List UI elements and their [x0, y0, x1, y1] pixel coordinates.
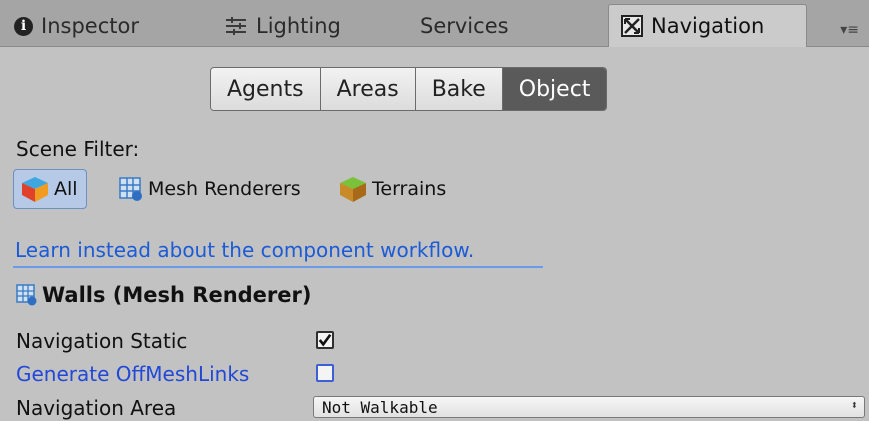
tab-inspector[interactable]: i Inspector — [14, 6, 139, 46]
dropdown-arrows-icon: ⬍ — [850, 398, 858, 412]
tab-services-label: Services — [420, 14, 509, 38]
navigation-icon — [621, 15, 643, 37]
filter-mesh-renderers-label: Mesh Renderers — [148, 178, 301, 200]
navigation-area-dropdown[interactable]: Not Walkable ⬍ — [313, 396, 865, 418]
generate-offmeshlinks-checkbox[interactable] — [316, 364, 334, 382]
filter-all-button[interactable]: All — [13, 169, 87, 209]
info-icon: i — [14, 16, 33, 36]
scene-filter-label: Scene Filter: — [16, 137, 140, 161]
object-button[interactable]: Object — [502, 68, 607, 110]
tab-navigation-label: Navigation — [651, 14, 765, 38]
areas-button[interactable]: Areas — [320, 68, 416, 110]
navigation-static-label: Navigation Static — [16, 329, 188, 353]
filter-all-label: All — [54, 178, 78, 200]
tab-lighting-label: Lighting — [256, 14, 341, 38]
generate-offmeshlinks-label: Generate OffMeshLinks — [16, 362, 250, 386]
filter-terrains-label: Terrains — [372, 178, 447, 200]
agents-button[interactable]: Agents — [211, 68, 321, 110]
navigation-mode-toolbar: Agents Areas Bake Object — [210, 67, 608, 111]
tab-lighting[interactable]: Lighting — [224, 6, 341, 46]
navigation-area-value: Not Walkable — [322, 397, 438, 417]
learn-component-workflow-link[interactable]: Learn instead about the component workfl… — [15, 238, 474, 262]
terrain-icon — [338, 175, 368, 203]
editor-tab-bar: i Inspector Lighting Services Navigation… — [0, 0, 869, 47]
tab-navigation[interactable]: Navigation — [608, 4, 807, 47]
navigation-static-checkbox[interactable] — [316, 331, 334, 349]
mesh-renderer-icon — [16, 284, 38, 306]
tab-services[interactable]: Services — [420, 6, 509, 46]
filter-terrains-button[interactable]: Terrains — [338, 169, 446, 209]
tab-inspector-label: Inspector — [41, 14, 139, 38]
navigation-area-label: Navigation Area — [16, 396, 177, 420]
object-title-label: Walls (Mesh Renderer) — [42, 283, 312, 307]
object-title: Walls (Mesh Renderer) — [16, 283, 311, 307]
link-underline — [13, 266, 543, 268]
checkmark-icon — [318, 333, 332, 347]
tab-menu-icon[interactable]: ▾≡ — [840, 22, 859, 38]
sliders-icon — [224, 16, 248, 36]
filter-mesh-renderers-button[interactable]: Mesh Renderers — [118, 169, 301, 209]
cube-icon — [20, 175, 50, 203]
bake-button[interactable]: Bake — [415, 68, 503, 110]
mesh-renderer-icon — [118, 176, 144, 202]
